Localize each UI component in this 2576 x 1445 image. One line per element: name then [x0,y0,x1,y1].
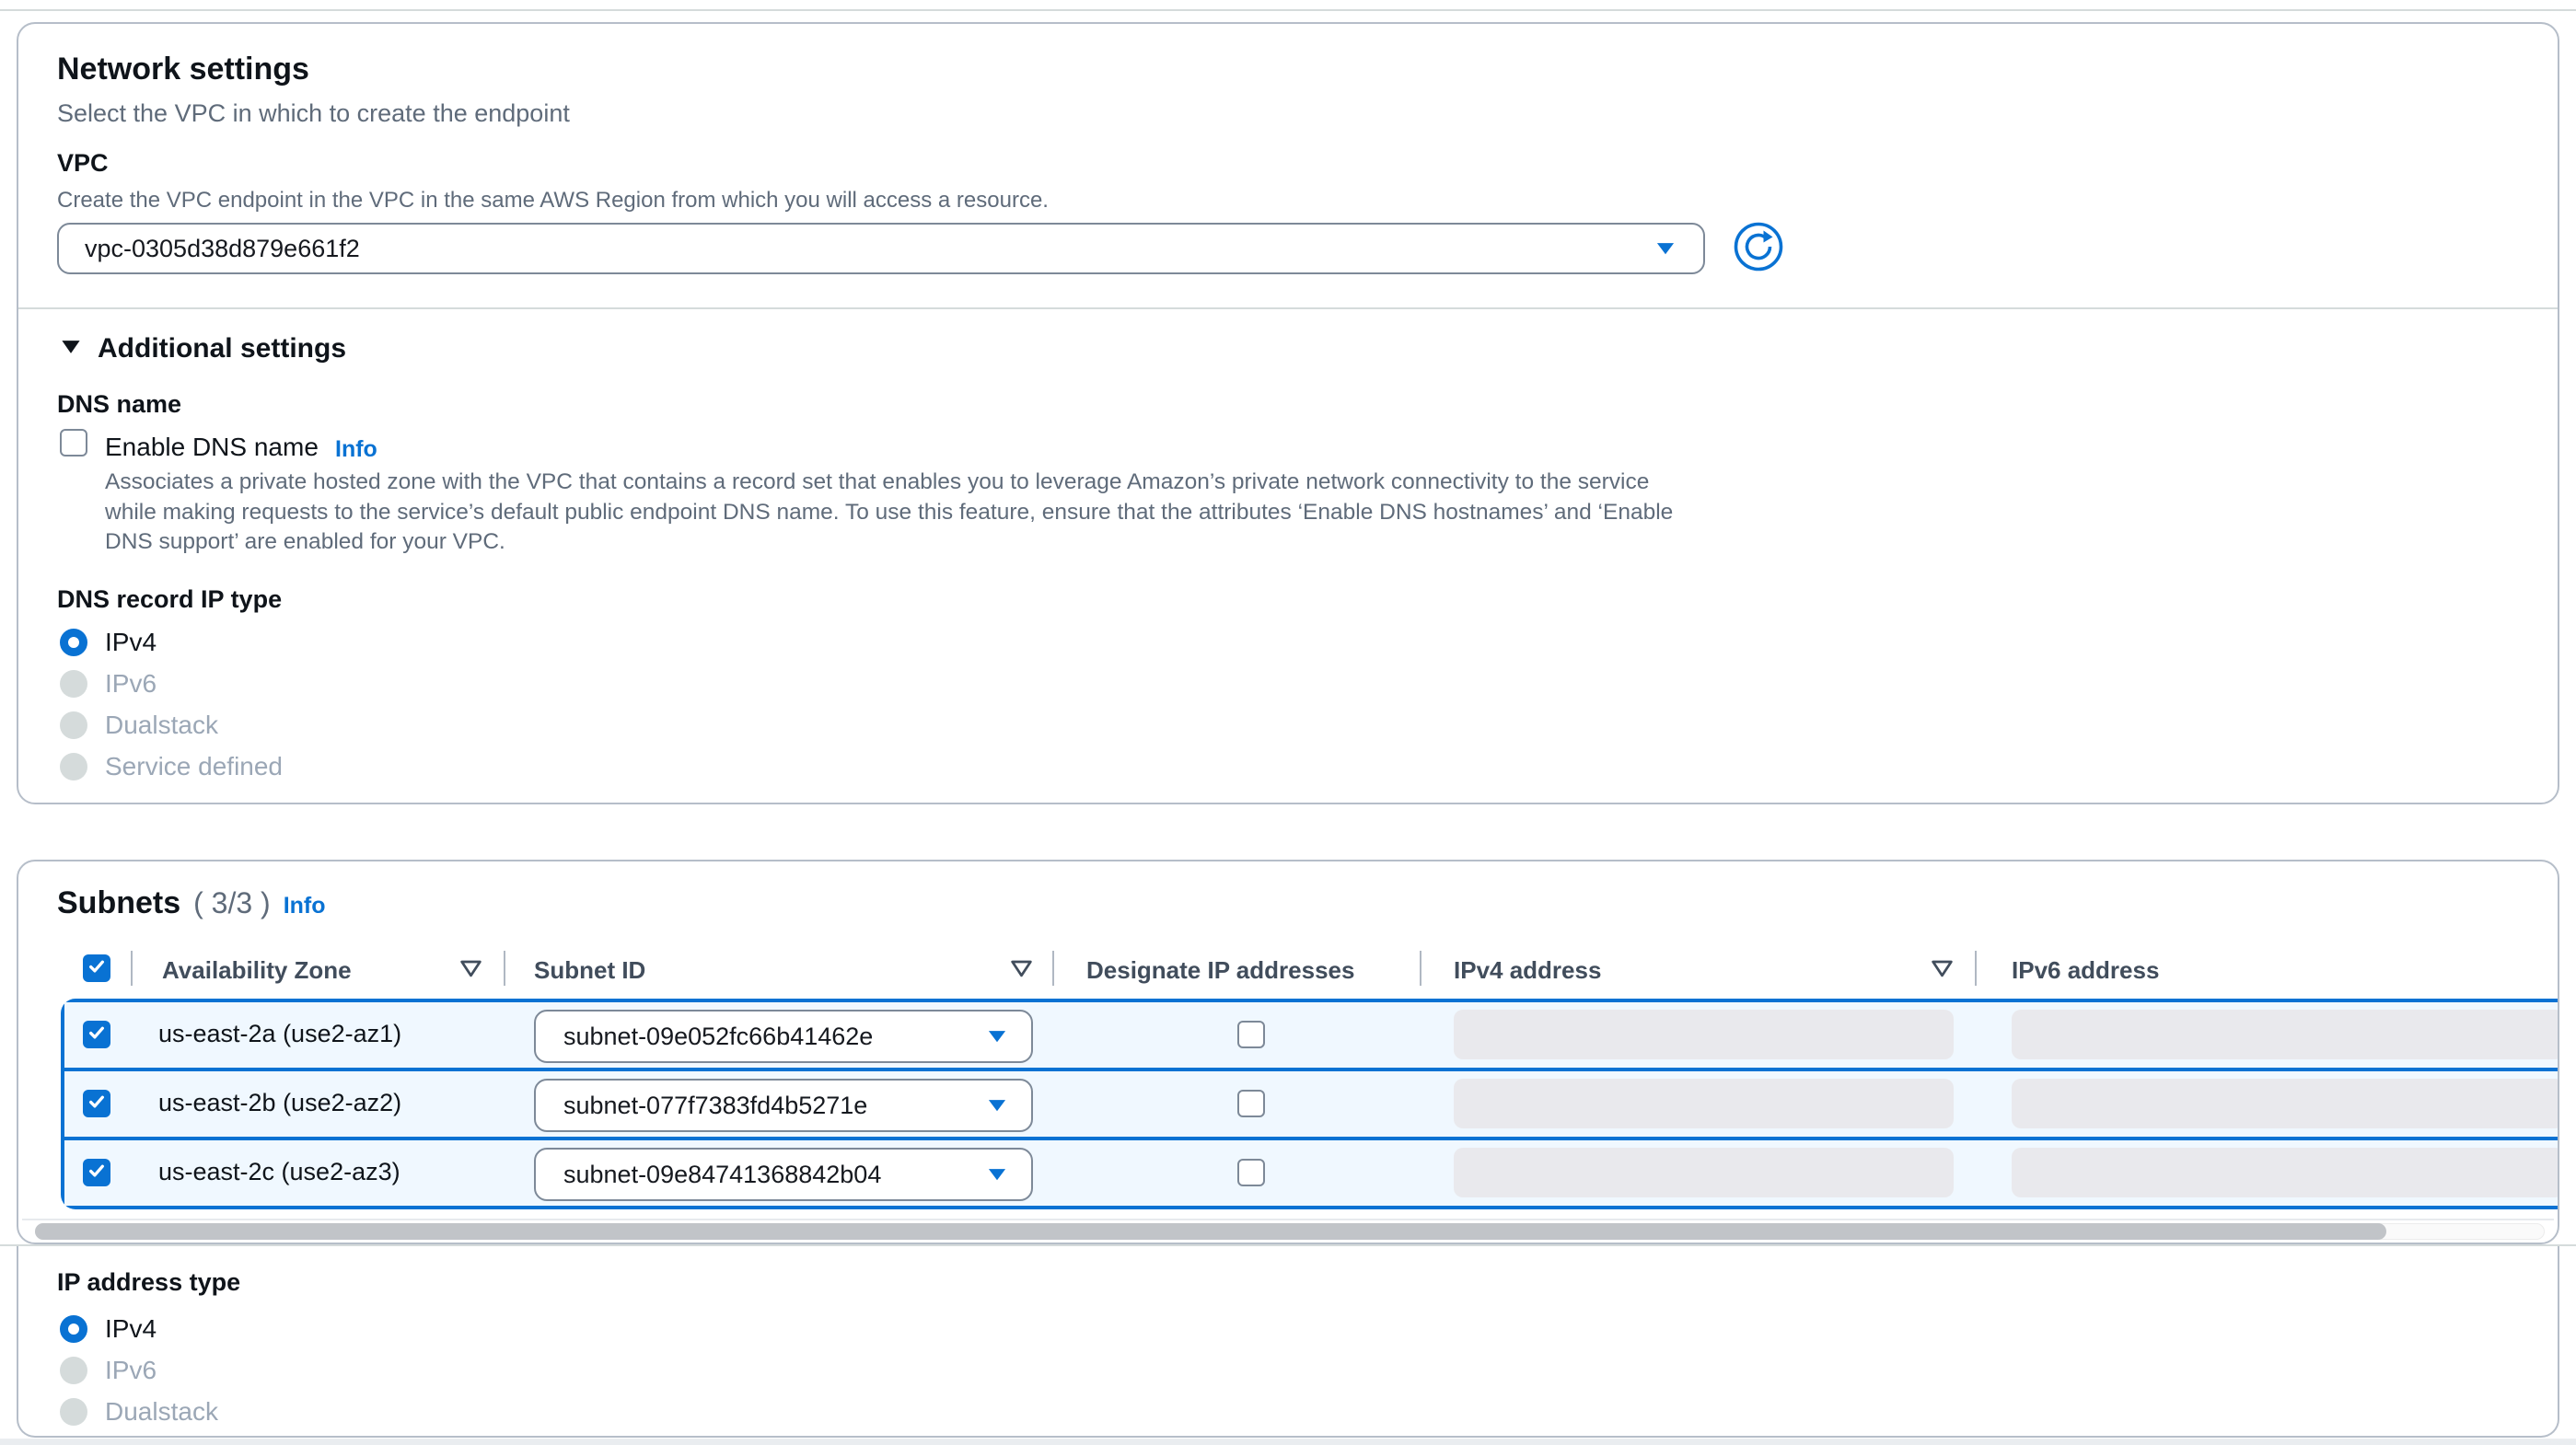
dns-ip-radio-ipv6: IPv6 [60,669,157,699]
bottom-page-edge [0,1439,2576,1445]
column-separator [1052,951,1054,986]
additional-settings-toggle[interactable]: Additional settings [61,333,346,364]
vpc-select[interactable]: vpc-0305d38d879e661f2 [57,223,1705,274]
ipv6-address-input [2012,1148,2559,1197]
column-separator [504,951,505,986]
caret-down-icon [1655,242,1676,256]
availability-zone-cell: us-east-2b (use2-az2) [158,1089,401,1117]
column-header-availability-zone: Availability Zone [162,956,352,985]
check-icon [87,1161,107,1185]
ipv4-address-input [1454,1010,1954,1059]
availability-zone-cell: us-east-2c (use2-az3) [158,1158,400,1186]
table-row[interactable]: us-east-2a (use2-az1) subnet-09e052fc66b… [64,1002,2559,1068]
filter-icon[interactable] [458,959,483,983]
dns-ip-radio-ipv4[interactable]: IPv4 [60,628,157,657]
designate-ip-checkbox[interactable] [1237,1021,1265,1048]
column-header-designate-ip: Designate IP addresses [1086,956,1354,985]
network-settings-subtitle: Select the VPC in which to create the en… [57,99,570,128]
subnet-id-select[interactable]: subnet-09e052fc66b41462e [534,1010,1033,1063]
collapse-triangle-icon [61,340,81,359]
ipv4-address-input [1454,1079,1954,1128]
column-separator [1420,951,1421,986]
radio-disabled-icon [60,1357,87,1384]
check-icon [87,956,107,981]
row-checkbox[interactable] [83,1090,110,1117]
filter-icon[interactable] [1009,959,1034,983]
enable-dns-checkbox-label: Enable DNS name [105,433,319,462]
availability-zone-cell: us-east-2a (use2-az1) [158,1020,401,1048]
ip-type-radio-dualstack: Dualstack [60,1397,218,1427]
subnet-id-select[interactable]: subnet-077f7383fd4b5271e [534,1079,1033,1132]
subnets-title: Subnets [57,885,180,921]
radio-disabled-icon [60,670,87,698]
ipv6-address-input [2012,1079,2559,1128]
designate-ip-checkbox[interactable] [1237,1090,1265,1117]
dns-ip-radio-service-defined: Service defined [60,752,283,781]
card-divider [18,307,2558,309]
row-checkbox[interactable] [83,1021,110,1048]
check-icon [87,1092,107,1116]
column-separator [1975,951,1977,986]
column-header-ipv6-address: IPv6 address [2012,956,2159,985]
filter-icon[interactable] [1930,959,1955,983]
table-row[interactable]: us-east-2c (use2-az3) subnet-09e84741368… [64,1140,2559,1206]
dns-name-label: DNS name [57,390,181,419]
column-header-subnet-id: Subnet ID [534,956,645,985]
horizontal-scrollbar-thumb[interactable] [35,1223,2386,1240]
dns-record-ip-type-label: DNS record IP type [57,585,282,614]
radio-disabled-icon [60,1398,87,1426]
table-row[interactable]: us-east-2b (use2-az2) subnet-077f7383fd4… [64,1071,2559,1137]
subnets-card: Subnets ( 3/3 ) Info Availability Zone S… [17,860,2559,1244]
ip-type-radio-ipv4[interactable]: IPv4 [60,1314,157,1344]
check-icon [87,1023,107,1047]
radio-disabled-icon [60,711,87,739]
vpc-select-value: vpc-0305d38d879e661f2 [85,235,360,263]
subnet-id-select-value: subnet-09e052fc66b41462e [563,1023,873,1051]
caret-down-icon [987,1030,1007,1044]
refresh-button[interactable] [1733,221,1784,272]
radio-selected-icon[interactable] [60,1315,87,1343]
top-section-divider [0,9,2576,11]
radio-selected-icon[interactable] [60,629,87,656]
scroll-area-divider [22,1219,2554,1220]
subnet-id-select[interactable]: subnet-09e84741368842b04 [534,1148,1033,1201]
radio-disabled-icon [60,753,87,780]
dns-ip-radio-dualstack: Dualstack [60,711,218,740]
subnet-id-select-value: subnet-077f7383fd4b5271e [563,1092,867,1120]
vpc-description: Create the VPC endpoint in the VPC in th… [57,188,1049,214]
vpc-label: VPC [57,149,109,178]
subnet-rows-group: us-east-2a (use2-az1) subnet-09e052fc66b… [61,999,2559,1209]
ipv6-address-input [2012,1010,2559,1059]
column-separator [131,951,133,986]
subnet-id-select-value: subnet-09e84741368842b04 [563,1161,881,1189]
refresh-icon [1733,260,1784,276]
page: Network settings Select the VPC in which… [0,0,2576,1445]
caret-down-icon [987,1099,1007,1113]
network-settings-title: Network settings [57,52,309,87]
subnets-info-link[interactable]: Info [284,893,326,919]
subnets-title-row: Subnets ( 3/3 ) Info [57,885,326,921]
network-settings-card: Network settings Select the VPC in which… [17,22,2559,804]
subnets-counter: ( 3/3 ) [193,886,271,920]
ip-address-type-label: IP address type [57,1268,240,1297]
enable-dns-checkbox[interactable] [60,429,87,457]
column-header-ipv4-address: IPv4 address [1454,956,1601,985]
ip-type-radio-ipv6: IPv6 [60,1356,157,1385]
caret-down-icon [987,1168,1007,1182]
enable-dns-description: Associates a private hosted zone with th… [105,468,1863,558]
ipv4-address-input [1454,1148,1954,1197]
enable-dns-info-link[interactable]: Info [335,436,377,463]
row-checkbox[interactable] [83,1159,110,1186]
ip-address-type-card: IP address type IPv4 IPv6 Dualstack [17,1246,2559,1438]
select-all-checkbox[interactable] [83,954,110,982]
designate-ip-checkbox[interactable] [1237,1159,1265,1186]
additional-settings-label: Additional settings [98,333,346,364]
